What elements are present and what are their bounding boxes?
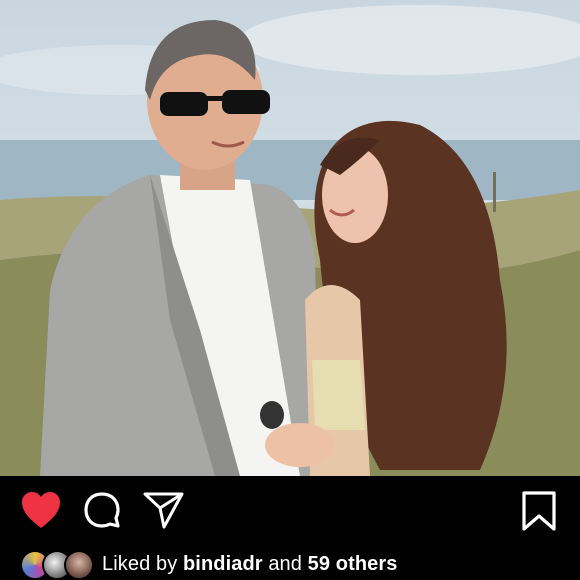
liked-by-text: Liked by bindiadr and 59 others: [102, 553, 398, 576]
liker-avatars[interactable]: [20, 549, 96, 580]
share-icon[interactable]: [142, 490, 186, 530]
post-photo[interactable]: [0, 0, 580, 476]
instagram-post: Liked by bindiadr and 59 others: [0, 0, 580, 580]
liked-by-others-link[interactable]: 59 others: [308, 553, 398, 575]
liked-by-and: and: [268, 552, 302, 575]
avatar[interactable]: [64, 550, 94, 580]
heart-icon[interactable]: [20, 490, 62, 530]
liked-by-prefix: Liked by: [102, 552, 178, 575]
liked-by-user-link[interactable]: bindiadr: [183, 553, 263, 575]
comment-icon[interactable]: [82, 490, 122, 530]
photo-illustration: [0, 5, 580, 476]
bookmark-icon[interactable]: [518, 490, 560, 532]
likes-summary[interactable]: Liked by bindiadr and 59 others: [20, 548, 580, 580]
